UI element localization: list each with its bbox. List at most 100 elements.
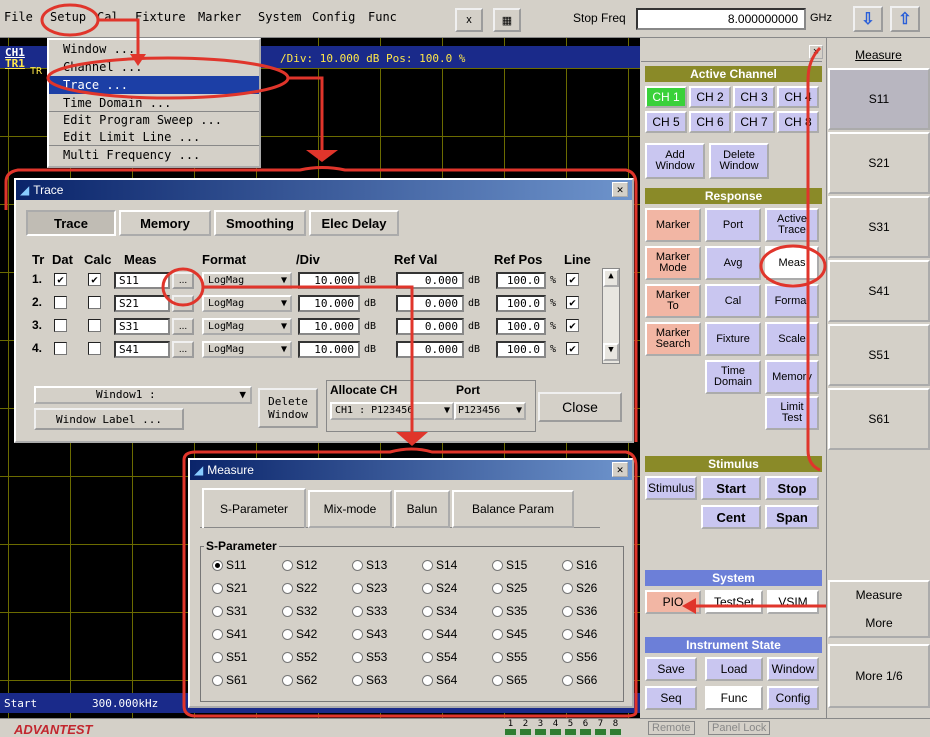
channel-key[interactable]: CH 6 xyxy=(689,111,731,133)
scroll-down-icon[interactable]: ▼ xyxy=(603,343,619,361)
save-key[interactable]: Save xyxy=(645,657,697,681)
meas-ellipsis-button[interactable]: ... xyxy=(172,318,194,335)
tab-smoothing[interactable]: Smoothing xyxy=(214,210,306,236)
div-field[interactable]: 10.000 xyxy=(298,341,360,358)
format-select[interactable]: LogMag ▼ xyxy=(202,318,292,335)
s-param-radio[interactable]: S14 xyxy=(422,558,457,572)
softkey-s21[interactable]: S21 xyxy=(828,132,930,194)
s-param-radio[interactable]: S36 xyxy=(562,604,597,618)
softkey-s61[interactable]: S61 xyxy=(828,388,930,450)
scrollbar[interactable]: ▲ ▼ xyxy=(602,268,620,364)
menu-item-multi-frequency[interactable]: Multi Frequency ... xyxy=(49,146,259,164)
menu-item-edit-program-sweep[interactable]: Edit Program Sweep ... xyxy=(49,112,259,128)
calc-checkbox[interactable] xyxy=(88,342,101,355)
testset-key[interactable]: TestSet xyxy=(705,590,763,614)
close-icon[interactable]: ✕ xyxy=(612,182,628,197)
marker-to-key[interactable]: Marker To xyxy=(645,284,701,318)
window-select[interactable]: Window1 : ▼ xyxy=(34,386,252,404)
calc-checkbox[interactable]: ✔ xyxy=(88,273,101,286)
channel-key[interactable]: CH 1 xyxy=(645,86,687,108)
s-param-radio[interactable]: S53 xyxy=(352,650,387,664)
time-domain-key[interactable]: Time Domain xyxy=(705,360,761,394)
format-select[interactable]: LogMag ▼ xyxy=(202,272,292,289)
menu-setup[interactable]: Setup xyxy=(50,10,86,24)
menu-config[interactable]: Config xyxy=(312,10,355,24)
active-trace-key[interactable]: Active Trace xyxy=(765,208,819,242)
channel-key[interactable]: CH 8 xyxy=(777,111,819,133)
ref-pos-field[interactable]: 100.0 xyxy=(496,341,546,358)
line-checkbox[interactable]: ✔ xyxy=(566,296,579,309)
softkey-s41[interactable]: S41 xyxy=(828,260,930,322)
fixture-key[interactable]: Fixture xyxy=(705,322,761,356)
ref-val-field[interactable]: 0.000 xyxy=(396,318,464,335)
memory-key[interactable]: Memory xyxy=(765,360,819,394)
dat-checkbox[interactable] xyxy=(54,319,67,332)
stop-key[interactable]: Stop xyxy=(765,476,819,500)
line-checkbox[interactable]: ✔ xyxy=(566,273,579,286)
window-key[interactable]: Window xyxy=(767,657,819,681)
tab-s-parameter[interactable]: S-Parameter xyxy=(202,488,306,528)
marker-key[interactable]: Marker xyxy=(645,208,701,242)
ref-pos-field[interactable]: 100.0 xyxy=(496,295,546,312)
format-key[interactable]: Format xyxy=(765,284,819,318)
menu-item-time-domain[interactable]: Time Domain ... xyxy=(49,94,259,112)
s-param-radio[interactable]: S42 xyxy=(282,627,317,641)
menu-fixture[interactable]: Fixture xyxy=(135,10,186,24)
s-param-radio[interactable]: S62 xyxy=(282,673,317,687)
line-checkbox[interactable]: ✔ xyxy=(566,319,579,332)
channel-key[interactable]: CH 3 xyxy=(733,86,775,108)
div-field[interactable]: 10.000 xyxy=(298,272,360,289)
calc-checkbox[interactable] xyxy=(88,319,101,332)
s-param-radio[interactable]: S63 xyxy=(352,673,387,687)
stop-freq-input[interactable]: 8.000000000 xyxy=(636,8,806,30)
menu-item-trace[interactable]: Trace ... xyxy=(49,76,259,94)
s-param-radio[interactable]: S45 xyxy=(492,627,527,641)
s-param-radio[interactable]: S66 xyxy=(562,673,597,687)
s-param-radio[interactable]: S15 xyxy=(492,558,527,572)
channel-key[interactable]: CH 5 xyxy=(645,111,687,133)
s-param-radio[interactable]: S12 xyxy=(282,558,317,572)
meas-ellipsis-button[interactable]: ... xyxy=(172,341,194,358)
func-key[interactable]: Func xyxy=(705,686,763,710)
cal-key[interactable]: Cal xyxy=(705,284,761,318)
s-param-radio[interactable]: S11 xyxy=(212,558,246,572)
s-param-radio[interactable]: S64 xyxy=(422,673,457,687)
x-button[interactable]: x xyxy=(455,8,483,32)
dat-checkbox[interactable] xyxy=(54,342,67,355)
delete-window-key[interactable]: Delete Window xyxy=(709,143,769,179)
port-key[interactable]: Port xyxy=(705,208,761,242)
s-param-radio[interactable]: S54 xyxy=(422,650,457,664)
s-param-radio[interactable]: S32 xyxy=(282,604,317,618)
limit-test-key[interactable]: Limit Test xyxy=(765,396,819,430)
menu-item-channel[interactable]: Channel ... xyxy=(49,58,259,76)
s-param-radio[interactable]: S43 xyxy=(352,627,387,641)
port-select[interactable]: P123456 ▼ xyxy=(454,402,526,420)
s-param-radio[interactable]: S41 xyxy=(212,627,247,641)
s-param-radio[interactable]: S52 xyxy=(282,650,317,664)
start-key[interactable]: Start xyxy=(701,476,761,500)
add-window-key[interactable]: Add Window xyxy=(645,143,705,179)
delete-window-button[interactable]: Delete Window xyxy=(258,388,318,428)
softkey-s11[interactable]: S11 xyxy=(828,68,930,130)
dat-checkbox[interactable]: ✔ xyxy=(54,273,67,286)
vsim-key[interactable]: VSIM xyxy=(767,590,819,614)
span-key[interactable]: Span xyxy=(765,505,819,529)
menu-file[interactable]: File xyxy=(4,10,33,24)
ref-val-field[interactable]: 0.000 xyxy=(396,272,464,289)
calc-checkbox[interactable] xyxy=(88,296,101,309)
s-param-radio[interactable]: S46 xyxy=(562,627,597,641)
load-key[interactable]: Load xyxy=(705,657,763,681)
channel-key[interactable]: CH 4 xyxy=(777,86,819,108)
div-field[interactable]: 10.000 xyxy=(298,295,360,312)
menu-system[interactable]: System xyxy=(258,10,301,24)
cent-key[interactable]: Cent xyxy=(701,505,761,529)
meas-ellipsis-button[interactable]: ... xyxy=(172,272,194,289)
s-param-radio[interactable]: S23 xyxy=(352,581,387,595)
div-field[interactable]: 10.000 xyxy=(298,318,360,335)
seq-key[interactable]: Seq xyxy=(645,686,697,710)
stimulus-key[interactable]: Stimulus xyxy=(645,476,697,500)
format-select[interactable]: LogMag ▼ xyxy=(202,295,292,312)
marker-mode-key[interactable]: Marker Mode xyxy=(645,246,701,280)
measure-more-key[interactable]: Measure More xyxy=(828,580,930,638)
ref-pos-field[interactable]: 100.0 xyxy=(496,272,546,289)
